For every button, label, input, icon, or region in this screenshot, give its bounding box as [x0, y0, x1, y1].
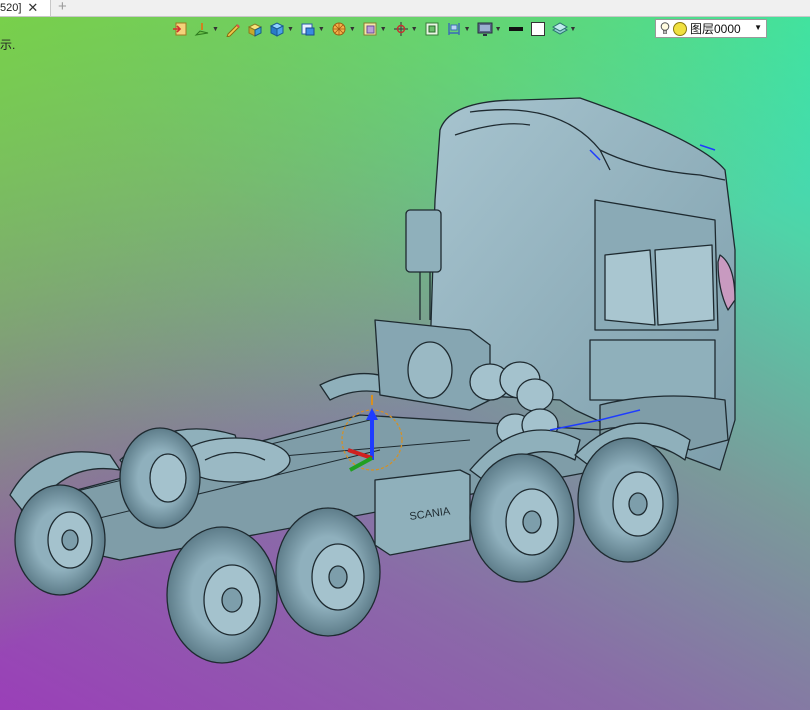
new-tab-icon[interactable]: + — [58, 0, 67, 15]
wheel — [119, 427, 201, 529]
document-tab-title: 520] — [0, 2, 22, 14]
wheel — [275, 507, 381, 637]
document-tab-bar: 520] ✕ + — [0, 0, 810, 17]
wheel — [166, 526, 278, 664]
wheel — [469, 453, 575, 583]
side-mirror — [405, 209, 442, 273]
close-icon[interactable]: ✕ — [27, 1, 38, 15]
truck-3d-model[interactable]: SCANIA — [0, 17, 810, 710]
wheel — [577, 437, 679, 563]
document-tab[interactable]: 520] ✕ — [0, 0, 51, 16]
wheel — [14, 484, 106, 596]
